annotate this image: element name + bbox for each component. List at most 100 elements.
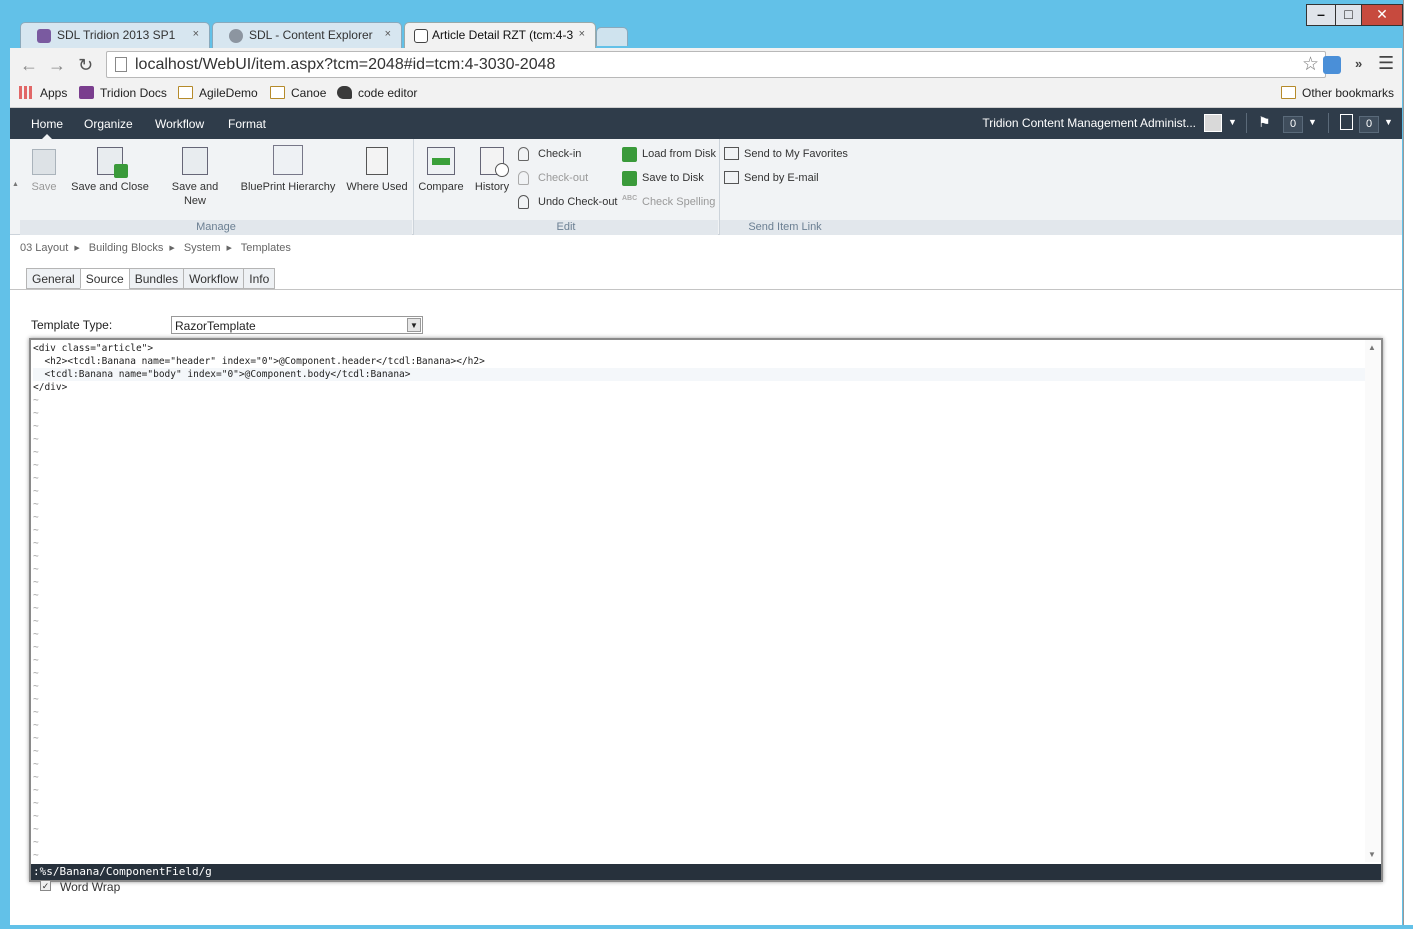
empty-line-marker: ~ <box>33 564 39 575</box>
check-spelling-button[interactable]: ABC Check Spelling <box>622 195 715 208</box>
tab-workflow[interactable]: Workflow <box>183 268 244 289</box>
bookmark-code-editor[interactable]: code editor <box>337 86 417 100</box>
vertical-scrollbar[interactable]: ▲ ▼ <box>1365 340 1381 862</box>
scroll-down-icon[interactable]: ▼ <box>1368 850 1376 859</box>
empty-line-marker: ~ <box>33 460 39 471</box>
tab-close-icon[interactable]: × <box>579 28 585 40</box>
forward-arrow-icon[interactable]: → <box>48 55 66 76</box>
address-bar[interactable]: ☆ <box>106 51 1326 78</box>
code-area[interactable]: <div class="article"> <h2><tcdl:Banana n… <box>33 342 1367 864</box>
bookmark-tridion-docs[interactable]: Tridion Docs <box>79 86 167 100</box>
load-from-disk-button[interactable]: Load from Disk <box>622 147 716 162</box>
reload-icon[interactable]: ↻ <box>78 55 93 76</box>
star-icon[interactable]: ☆ <box>1302 53 1319 76</box>
breadcrumb-item[interactable]: Building Blocks <box>89 242 164 254</box>
word-wrap-checkbox[interactable]: ✓ Word Wrap <box>40 880 120 894</box>
maximize-button[interactable]: □ <box>1335 4 1362 26</box>
close-icon: ✕ <box>1376 6 1388 22</box>
save-icon <box>32 149 56 175</box>
group-manage-label: Manage <box>20 220 412 235</box>
empty-line-marker: ~ <box>33 395 39 406</box>
where-used-button[interactable]: Where Used <box>344 145 410 194</box>
group-edit-label: Edit <box>414 220 718 235</box>
checkbox-check-icon[interactable]: ✓ <box>40 880 51 891</box>
minimize-button[interactable]: – <box>1306 4 1336 26</box>
bookmark-agiledemo[interactable]: AgileDemo <box>178 86 258 100</box>
breadcrumb-item[interactable]: 03 Layout <box>20 242 68 254</box>
tab-bundles[interactable]: Bundles <box>128 268 184 289</box>
empty-line-marker: ~ <box>33 525 39 536</box>
empty-line-marker: ~ <box>33 850 39 861</box>
tab-close-icon[interactable]: × <box>193 28 199 40</box>
code-line[interactable]: </div> <box>33 381 1367 394</box>
save-button[interactable]: Save <box>27 145 61 194</box>
translate-icon[interactable] <box>1323 56 1341 74</box>
empty-line-marker: ~ <box>33 824 39 835</box>
empty-line-marker: ~ <box>33 668 39 679</box>
blueprint-hierarchy-button[interactable]: BluePrint Hierarchy <box>240 145 336 194</box>
chevron-down-icon[interactable]: ▼ <box>407 318 421 332</box>
tridion-app: Home Organize Workflow Format Tridion Co… <box>10 108 1402 925</box>
tab-general[interactable]: General <box>26 268 80 289</box>
code-line[interactable]: <h2><tcdl:Banana name="header" index="0"… <box>33 355 1367 368</box>
browser-tab-article-detail[interactable]: Article Detail RZT (tcm:4-3 × <box>404 22 596 49</box>
notes-count-badge[interactable]: 0 <box>1359 116 1379 133</box>
scroll-up-icon[interactable]: ▲ <box>1368 343 1376 352</box>
code-line[interactable]: <tcdl:Banana name="body" index="0">@Comp… <box>33 368 1367 381</box>
maximize-icon: □ <box>1344 6 1353 22</box>
flag-icon[interactable]: ⚑ <box>1258 114 1271 131</box>
new-tab-button[interactable] <box>596 27 628 46</box>
template-type-select[interactable]: RazorTemplate ▼ <box>171 316 423 334</box>
nav-workflow[interactable]: Workflow <box>155 117 204 131</box>
upload-icon <box>622 147 637 162</box>
chevron-right-icon[interactable]: » <box>1355 56 1362 71</box>
nav-home[interactable]: Home <box>31 117 63 131</box>
url-input[interactable] <box>135 54 1285 75</box>
empty-line-marker: ~ <box>33 577 39 588</box>
command-line[interactable]: :%s/Banana/ComponentField/g <box>31 864 1381 880</box>
code-line[interactable]: <div class="article"> <box>33 342 1367 355</box>
chevron-down-icon[interactable]: ▼ <box>1228 117 1237 127</box>
undo-check-out-button[interactable]: Undo Check-out <box>518 195 618 209</box>
empty-line-marker: ~ <box>33 538 39 549</box>
nav-organize[interactable]: Organize <box>84 117 133 131</box>
send-by-email-button[interactable]: Send by E-mail <box>724 171 819 184</box>
page-icon <box>115 57 127 72</box>
flag-count-badge[interactable]: 0 <box>1283 116 1303 133</box>
empty-line-marker: ~ <box>33 551 39 562</box>
back-arrow-icon[interactable]: ← <box>20 55 38 76</box>
apps-grid-icon <box>19 86 34 99</box>
save-to-disk-button[interactable]: Save to Disk <box>622 171 704 186</box>
browser-tab-content-explorer[interactable]: SDL - Content Explorer × <box>212 22 402 48</box>
browser-tab-tridion[interactable]: SDL Tridion 2013 SP1 × <box>20 22 210 48</box>
save-new-button[interactable]: Save and New <box>168 145 222 208</box>
check-in-button[interactable]: Check-in <box>518 147 581 161</box>
user-name[interactable]: Tridion Content Management Administ... <box>982 116 1196 130</box>
favorites-icon <box>724 147 739 160</box>
send-to-favorites-button[interactable]: Send to My Favorites <box>724 147 848 160</box>
bookmark-apps[interactable]: Apps <box>19 86 67 100</box>
empty-line-marker: ~ <box>33 616 39 627</box>
chevron-down-icon[interactable]: ▼ <box>1308 117 1317 127</box>
bookmark-canoe[interactable]: Canoe <box>270 86 326 100</box>
tab-info[interactable]: Info <box>243 268 276 289</box>
check-out-button[interactable]: Check-out <box>518 171 588 185</box>
save-close-button[interactable]: Save and Close <box>70 145 150 194</box>
breadcrumb-item[interactable]: System <box>184 242 221 254</box>
tridion-icon <box>79 86 94 99</box>
close-window-button[interactable]: ✕ <box>1361 4 1403 26</box>
source-editor[interactable]: <div class="article"> <h2><tcdl:Banana n… <box>29 338 1383 882</box>
tab-close-icon[interactable]: × <box>385 28 391 40</box>
user-avatar-icon[interactable] <box>1204 114 1222 132</box>
chevron-down-icon[interactable]: ▼ <box>1384 117 1393 127</box>
breadcrumb-item[interactable]: Templates <box>241 242 291 254</box>
bookmark-other[interactable]: Other bookmarks <box>1281 86 1394 100</box>
tab-source[interactable]: Source <box>79 268 129 289</box>
minimize-icon: – <box>1317 6 1325 22</box>
notes-icon[interactable] <box>1340 114 1353 130</box>
collapse-arrow-icon[interactable]: ▲ <box>12 181 19 188</box>
compare-button[interactable]: Compare <box>418 145 464 194</box>
menu-icon[interactable]: ☰ <box>1378 53 1394 74</box>
nav-format[interactable]: Format <box>228 117 266 131</box>
history-button[interactable]: History <box>470 145 514 194</box>
